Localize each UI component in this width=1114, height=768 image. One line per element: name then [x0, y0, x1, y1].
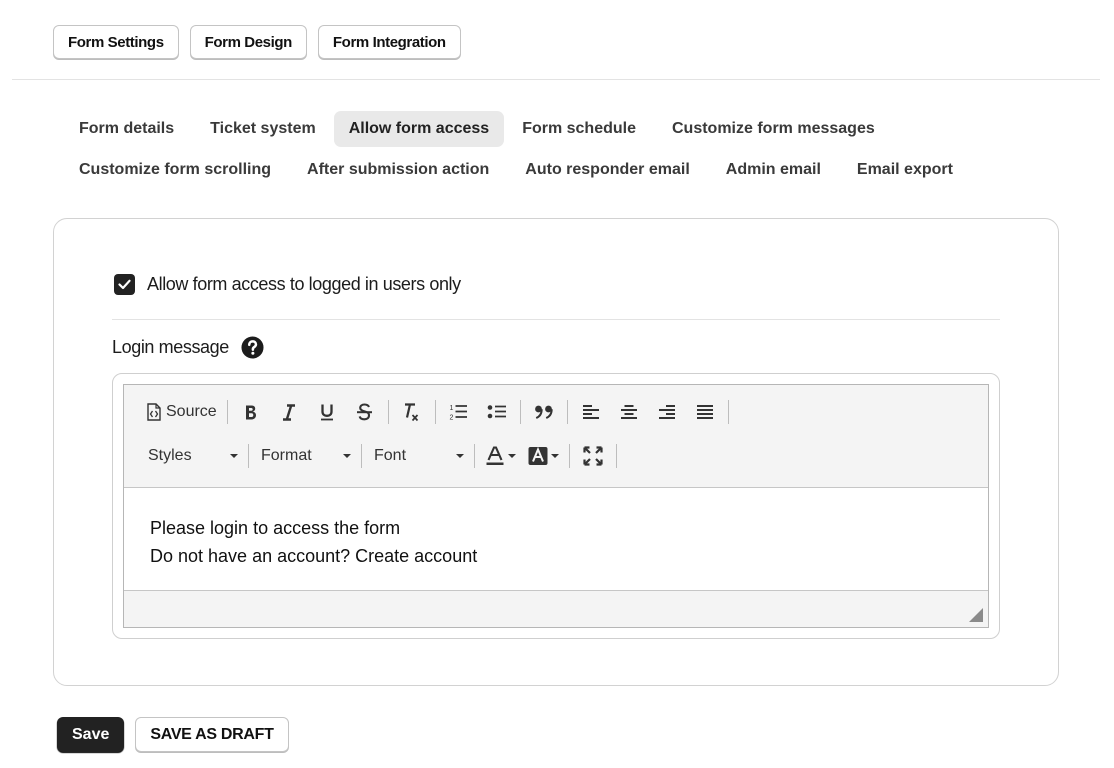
toolbar-separator: [387, 400, 389, 424]
justify-button[interactable]: [686, 399, 724, 425]
tab-auto-responder-email[interactable]: Auto responder email: [507, 152, 707, 188]
editor-toolbar: Source 1 2 Styles Format Font: [124, 385, 988, 488]
logged-in-only-checkbox[interactable]: [114, 274, 135, 295]
settings-tab-row-2: Customize form scrolling After submissio…: [61, 152, 961, 188]
toolbar-separator: [569, 444, 570, 468]
source-label: Source: [166, 403, 217, 420]
blockquote-button[interactable]: [525, 399, 563, 425]
form-actions: Save SAVE AS DRAFT: [57, 717, 289, 752]
logged-in-only-row: Allow form access to logged in users onl…: [114, 274, 461, 295]
save-as-draft-button[interactable]: SAVE AS DRAFT: [135, 717, 289, 752]
tab-customize-form-scrolling[interactable]: Customize form scrolling: [61, 152, 289, 188]
toolbar-separator: [248, 444, 249, 468]
bulleted-list-icon: [487, 405, 506, 419]
italic-icon: [282, 403, 295, 421]
resize-handle-icon[interactable]: [969, 608, 983, 622]
toolbar-row-2: Styles Format Font: [140, 441, 621, 471]
blockquote-icon: [534, 405, 553, 419]
bold-icon: [245, 405, 256, 419]
top-tab-bar: Form Settings Form Design Form Integrati…: [53, 25, 461, 59]
tab-form-design[interactable]: Form Design: [189, 25, 307, 59]
text-color-icon: [486, 446, 504, 465]
tab-after-submission-action[interactable]: After submission action: [289, 152, 507, 188]
toolbar-separator: [616, 444, 617, 468]
bulleted-list-button[interactable]: [478, 399, 516, 425]
format-dropdown[interactable]: Format: [253, 443, 357, 469]
card-divider: [112, 319, 1000, 320]
font-label: Font: [374, 447, 407, 464]
source-icon: [147, 403, 161, 421]
strikethrough-button[interactable]: [346, 399, 384, 425]
settings-tab-bar: Form details Ticket system Allow form ac…: [61, 111, 961, 188]
align-left-icon: [582, 405, 599, 419]
toolbar-separator: [361, 444, 362, 468]
tab-form-details[interactable]: Form details: [61, 111, 192, 147]
remove-format-button[interactable]: [393, 399, 431, 425]
remove-format-icon: [405, 402, 419, 421]
tab-ticket-system[interactable]: Ticket system: [192, 111, 334, 147]
background-color-icon: [528, 446, 548, 465]
tab-admin-email[interactable]: Admin email: [708, 152, 839, 188]
editor-content-area[interactable]: Please login to access the form Do not h…: [124, 488, 988, 592]
numbered-list-icon: 12: [450, 405, 468, 422]
checkmark-icon: [118, 279, 131, 290]
chevron-down-icon: [343, 454, 351, 458]
tab-form-settings[interactable]: Form Settings: [53, 25, 179, 59]
toolbar-separator: [434, 400, 436, 424]
underline-button[interactable]: [308, 399, 346, 425]
access-settings-card: Allow form access to logged in users onl…: [53, 218, 1059, 686]
numbered-list-button[interactable]: 12: [440, 399, 478, 425]
chevron-down-icon: [230, 454, 238, 458]
svg-text:2: 2: [450, 415, 454, 422]
toolbar-separator: [727, 400, 729, 424]
rich-text-editor: Source 1 2 Styles Format Font Please log…: [123, 384, 989, 628]
tab-email-export[interactable]: Email export: [839, 152, 971, 188]
login-message-header: Login message: [112, 336, 264, 359]
toolbar-separator: [474, 444, 475, 468]
text-color-button[interactable]: [479, 443, 522, 469]
tab-form-integration[interactable]: Form Integration: [317, 25, 461, 59]
svg-text:1: 1: [450, 405, 454, 412]
font-dropdown[interactable]: Font: [366, 443, 470, 469]
top-divider: [12, 79, 1100, 80]
chevron-down-icon: [551, 454, 559, 458]
background-color-button[interactable]: [522, 443, 565, 469]
styles-label: Styles: [148, 447, 192, 464]
align-right-button[interactable]: [648, 399, 686, 425]
editor-content-line[interactable]: Please login to access the form: [150, 514, 962, 542]
toolbar-separator: [566, 400, 568, 424]
tab-form-schedule[interactable]: Form schedule: [504, 111, 654, 147]
logged-in-only-label[interactable]: Allow form access to logged in users onl…: [147, 274, 461, 295]
toolbar-separator: [519, 400, 521, 424]
align-center-button[interactable]: [610, 399, 648, 425]
styles-dropdown[interactable]: Styles: [140, 443, 244, 469]
login-message-label: Login message: [112, 337, 229, 357]
maximize-button[interactable]: [574, 443, 612, 469]
italic-button[interactable]: [270, 399, 308, 425]
maximize-icon: [583, 446, 603, 466]
editor-footer: [124, 590, 988, 627]
save-button[interactable]: Save: [57, 717, 125, 752]
editor-content-line[interactable]: Do not have an account? Create account: [150, 542, 962, 570]
toolbar-separator: [226, 400, 228, 424]
strikethrough-icon: [357, 403, 373, 421]
tab-customize-form-messages[interactable]: Customize form messages: [654, 111, 893, 147]
chevron-down-icon: [508, 454, 516, 458]
bold-button[interactable]: [232, 399, 270, 425]
underline-icon: [320, 404, 333, 421]
help-icon[interactable]: [241, 336, 264, 359]
justify-icon: [696, 405, 713, 419]
source-button[interactable]: Source: [140, 399, 223, 425]
align-left-button[interactable]: [572, 399, 610, 425]
align-right-icon: [658, 405, 675, 419]
align-center-icon: [620, 405, 637, 419]
chevron-down-icon: [456, 454, 464, 458]
tab-allow-form-access[interactable]: Allow form access: [333, 111, 505, 147]
login-message-editor-wrapper: Source 1 2 Styles Format Font Please log…: [112, 373, 1000, 639]
toolbar-row-1: Source 1 2: [140, 397, 733, 427]
settings-tab-row-1: Form details Ticket system Allow form ac…: [61, 111, 961, 147]
format-label: Format: [261, 447, 312, 464]
